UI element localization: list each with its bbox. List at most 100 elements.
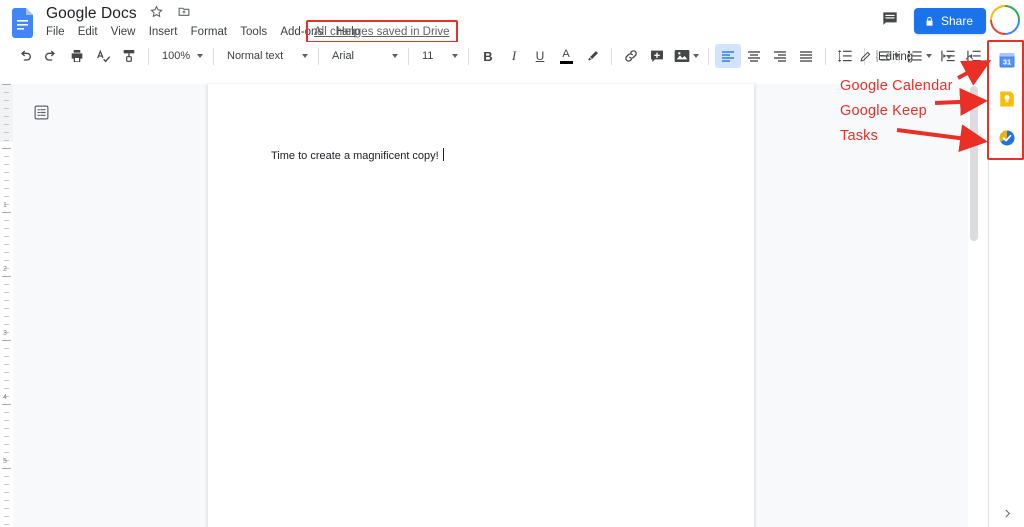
document-page[interactable]: Time to create a magnificent copy! <box>208 84 754 527</box>
menu-insert[interactable]: Insert <box>149 24 184 40</box>
insert-image-button[interactable] <box>670 44 702 68</box>
menu-view[interactable]: View <box>111 24 142 40</box>
vertical-ruler-tick <box>4 116 9 117</box>
editing-mode-selector[interactable]: Editing <box>859 47 952 66</box>
vertical-ruler-tick <box>4 412 9 413</box>
vertical-ruler-tick <box>4 228 9 229</box>
editing-mode-label: Editing <box>878 51 924 63</box>
top-bar: Google Docs File Edit View Insert Forma <box>0 0 1024 42</box>
vertical-ruler-tick <box>4 252 9 253</box>
align-center-icon[interactable] <box>741 44 767 68</box>
vertical-ruler-tick <box>4 172 9 173</box>
vertical-ruler-tick <box>4 324 9 325</box>
add-comment-icon[interactable] <box>644 44 670 68</box>
comment-history-icon[interactable] <box>880 9 904 33</box>
vertical-ruler-tick <box>2 340 11 341</box>
sidebar-item-google-keep[interactable] <box>995 87 1019 111</box>
share-label: Share <box>941 14 973 28</box>
vertical-ruler-tick <box>4 156 9 157</box>
avatar[interactable] <box>990 5 1020 35</box>
vertical-ruler-tick <box>4 140 9 141</box>
toolbar-divider <box>825 48 826 65</box>
vertical-ruler-tick <box>4 308 9 309</box>
italic-button[interactable]: I <box>501 44 527 68</box>
vertical-ruler-tick <box>4 428 9 429</box>
document-paragraph: Time to create a magnificent copy! <box>271 150 439 162</box>
text-color-label: A <box>562 49 569 60</box>
vertical-ruler-tick <box>4 124 9 125</box>
vertical-ruler-tick <box>4 180 9 181</box>
align-right-icon[interactable] <box>767 44 793 68</box>
redo-icon[interactable] <box>38 44 64 68</box>
sidebar-item-tasks[interactable] <box>995 126 1019 150</box>
vertical-ruler-tick <box>4 444 9 445</box>
line-spacing-icon[interactable] <box>832 44 858 68</box>
vertical-ruler-tick <box>4 492 9 493</box>
menu-format[interactable]: Format <box>191 24 233 40</box>
menu-file[interactable]: File <box>46 24 71 40</box>
zoom-select[interactable]: 100% <box>155 45 207 67</box>
font-family-select[interactable]: Arial <box>325 45 402 67</box>
vertical-ruler-tick <box>2 84 11 85</box>
vertical-ruler-number: 5 <box>3 458 7 465</box>
font-value: Arial <box>332 50 354 62</box>
toolbar-divider <box>318 48 319 65</box>
insert-link-icon[interactable] <box>618 44 644 68</box>
vertical-ruler-tick <box>4 132 9 133</box>
move-to-folder-icon[interactable] <box>177 5 192 20</box>
vertical-ruler-tick <box>4 364 9 365</box>
vertical-ruler-tick <box>2 212 11 213</box>
vertical-ruler-tick <box>4 500 9 501</box>
annotation-label-google-calendar: Google Calendar <box>840 78 953 94</box>
sidebar-item-google-calendar[interactable]: 31 <box>995 48 1019 72</box>
text-color-swatch <box>560 61 573 64</box>
lock-icon <box>924 15 935 28</box>
vertical-ruler-tick <box>4 524 9 525</box>
save-status-annotation-box: All changes saved in Drive <box>306 20 458 43</box>
toolbar-divider <box>708 48 709 65</box>
chevron-up-icon[interactable] <box>958 46 980 68</box>
save-status-link[interactable]: All changes saved in Drive <box>310 25 454 39</box>
document-body-text[interactable]: Time to create a magnificent copy! <box>271 148 444 164</box>
vertical-ruler-tick <box>4 316 9 317</box>
horizontal-ruler[interactable]: 11234567 <box>0 70 980 84</box>
vertical-ruler-tick <box>4 484 9 485</box>
align-left-icon[interactable] <box>715 44 741 68</box>
paint-format-icon[interactable] <box>116 44 142 68</box>
underline-button[interactable]: U <box>527 44 553 68</box>
vertical-ruler-tick <box>4 452 9 453</box>
docs-file-icon[interactable] <box>12 8 36 38</box>
vertical-ruler-tick <box>4 260 9 261</box>
title-icon-group <box>150 4 198 22</box>
print-icon[interactable] <box>64 44 90 68</box>
menu-edit[interactable]: Edit <box>78 24 104 40</box>
text-color-button[interactable]: A <box>553 44 579 68</box>
google-calendar-icon: 31 <box>998 51 1016 69</box>
undo-icon[interactable] <box>12 44 38 68</box>
vertical-ruler-tick <box>4 220 9 221</box>
size-value: 11 <box>422 50 433 62</box>
vertical-ruler-number: 2 <box>3 266 7 273</box>
vertical-ruler-number: 4 <box>3 394 7 401</box>
page-title[interactable]: Google Docs <box>46 5 137 22</box>
paragraph-style-select[interactable]: Normal text <box>220 45 312 67</box>
vertical-scrollbar-thumb[interactable] <box>970 86 978 241</box>
vertical-ruler-tick <box>4 236 9 237</box>
vertical-ruler-tick <box>4 100 9 101</box>
menu-tools[interactable]: Tools <box>240 24 273 40</box>
vertical-ruler-tick <box>4 508 9 509</box>
align-justify-icon[interactable] <box>793 44 819 68</box>
highlight-pen-icon[interactable] <box>579 44 605 68</box>
spellcheck-icon[interactable] <box>90 44 116 68</box>
bold-button[interactable]: B <box>475 44 501 68</box>
font-size-select[interactable]: 11 <box>415 45 462 67</box>
annotation-label-google-keep: Google Keep <box>840 103 927 119</box>
share-button[interactable]: Share <box>914 8 986 34</box>
vertical-ruler-tick <box>4 196 9 197</box>
chevron-right-icon[interactable] <box>997 503 1017 523</box>
star-icon[interactable] <box>150 5 165 20</box>
document-outline-icon[interactable] <box>30 101 52 123</box>
zoom-value: 100% <box>162 50 190 62</box>
vertical-ruler-tick <box>4 476 9 477</box>
vertical-ruler[interactable]: 12345 <box>0 84 13 527</box>
